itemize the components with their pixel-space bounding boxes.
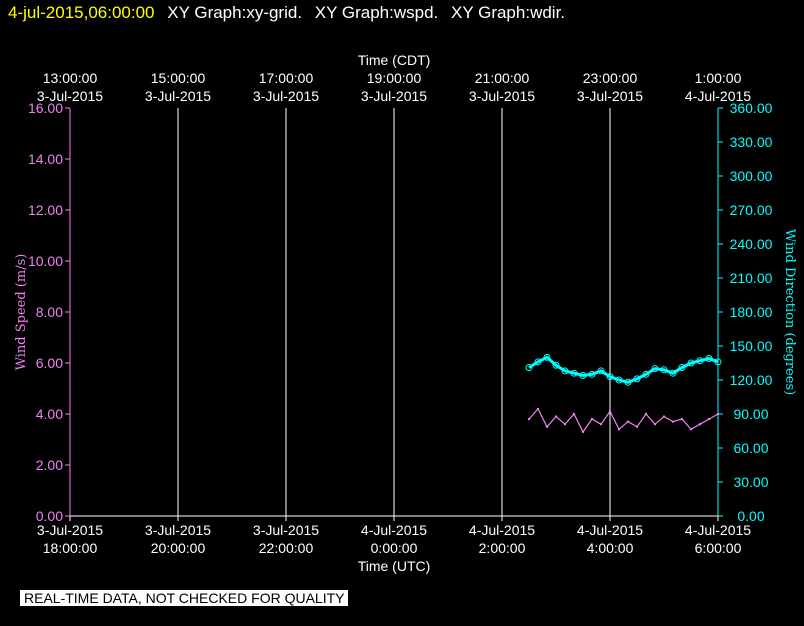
series-wdir-line [528, 355, 719, 384]
x-tick-time: 18:00:00 [43, 540, 98, 556]
top-tick-time: 23:00:00 [583, 70, 638, 86]
x-tick-date: 3-Jul-2015 [145, 522, 211, 538]
wspd-point [536, 407, 540, 411]
x-tick-time: 4:00:00 [587, 540, 634, 556]
wspd-point [608, 410, 612, 413]
quality-disclaimer: REAL-TIME DATA, NOT CHECKED FOR QUALITY [20, 590, 349, 606]
top-tick-date: 3-Jul-2015 [361, 88, 427, 104]
wspd-point [554, 415, 558, 418]
left-tick-label: 2.00 [36, 457, 63, 473]
wspd-point [680, 417, 684, 421]
x-tick-time: 0:00:00 [371, 540, 418, 556]
x-tick-date: 4-Jul-2015 [469, 522, 535, 538]
left-tick-label: 12.00 [28, 202, 63, 218]
left-tick-label: 10.00 [28, 253, 63, 269]
right-tick-label: 360.00 [730, 100, 773, 116]
right-tick-label: 30.00 [733, 474, 768, 490]
wind-chart: 3-Jul-2015 18:00:00 3-Jul-2015 20:00:00 3-Ju… [14, 52, 797, 574]
top-axis-label: Time (CDT) [358, 52, 431, 68]
left-tick-label: 14.00 [28, 151, 63, 167]
x-tick-time: 22:00:00 [259, 540, 314, 556]
wspd-point [635, 425, 639, 428]
wspd-point [653, 423, 657, 426]
left-tick-label: 0.00 [36, 508, 63, 524]
right-tick-label: 150.00 [730, 338, 773, 354]
top-tick-time: 13:00:00 [43, 70, 98, 86]
wspd-point [545, 425, 549, 428]
wspd-point [590, 417, 594, 421]
wspd-point [698, 423, 702, 426]
left-tick-label: 6.00 [36, 355, 63, 371]
top-tick-date: 3-Jul-2015 [253, 88, 319, 104]
right-tick-label: 300.00 [730, 168, 773, 184]
wspd-point [617, 428, 621, 431]
wspd-point [581, 430, 585, 434]
left-axis-label: Wind Speed (m/s) [14, 254, 29, 371]
right-tick-label: 330.00 [730, 134, 773, 150]
left-tick-label: 4.00 [36, 406, 63, 422]
right-tick-label: 210.00 [730, 270, 773, 286]
top-tick-time: 15:00:00 [151, 70, 206, 86]
wspd-point [599, 423, 603, 426]
x-tick-date: 3-Jul-2015 [253, 522, 319, 538]
right-tick-label: 180.00 [730, 304, 773, 320]
wspd-point [671, 420, 675, 423]
top-tick-time: 19:00:00 [367, 70, 422, 86]
right-tick-label: 270.00 [730, 202, 773, 218]
top-tick-date: 3-Jul-2015 [469, 88, 535, 104]
bottom-axis-label: Time (UTC) [358, 558, 431, 574]
wspd-point [689, 428, 693, 431]
wspd-point [716, 412, 720, 416]
right-tick-label: 120.00 [730, 372, 773, 388]
wspd-point [662, 415, 666, 418]
top-tick-time: 1:00:00 [695, 70, 742, 86]
top-tick-date: 3-Jul-2015 [145, 88, 211, 104]
top-tick-time: 21:00:00 [475, 70, 530, 86]
x-tick-time: 20:00:00 [151, 540, 206, 556]
top-tick-time: 17:00:00 [259, 70, 314, 86]
x-tick-time: 2:00:00 [479, 540, 526, 556]
wspd-point [644, 412, 648, 416]
series-wspd-line [528, 407, 719, 434]
right-tick-label: 240.00 [730, 236, 773, 252]
right-tick-label: 0.00 [737, 508, 764, 524]
x-tick-date: 4-Jul-2015 [361, 522, 427, 538]
left-tick-label: 8.00 [36, 304, 63, 320]
x-tick-date: 3-Jul-2015 [37, 522, 103, 538]
wspd-point [527, 417, 531, 421]
left-tick-label: 16.00 [28, 100, 63, 116]
right-axis-label: Wind Direction (degrees) [782, 229, 797, 395]
x-tick-date: 4-Jul-2015 [577, 522, 643, 538]
wspd-point [707, 417, 711, 421]
right-tick-label: 60.00 [733, 440, 768, 456]
top-tick-date: 3-Jul-2015 [577, 88, 643, 104]
wspd-point [563, 423, 567, 426]
right-tick-label: 90.00 [733, 406, 768, 422]
x-tick-date: 4-Jul-2015 [685, 522, 751, 538]
x-tick-time: 6:00:00 [695, 540, 742, 556]
wspd-point [572, 412, 576, 416]
wspd-point [626, 420, 630, 423]
